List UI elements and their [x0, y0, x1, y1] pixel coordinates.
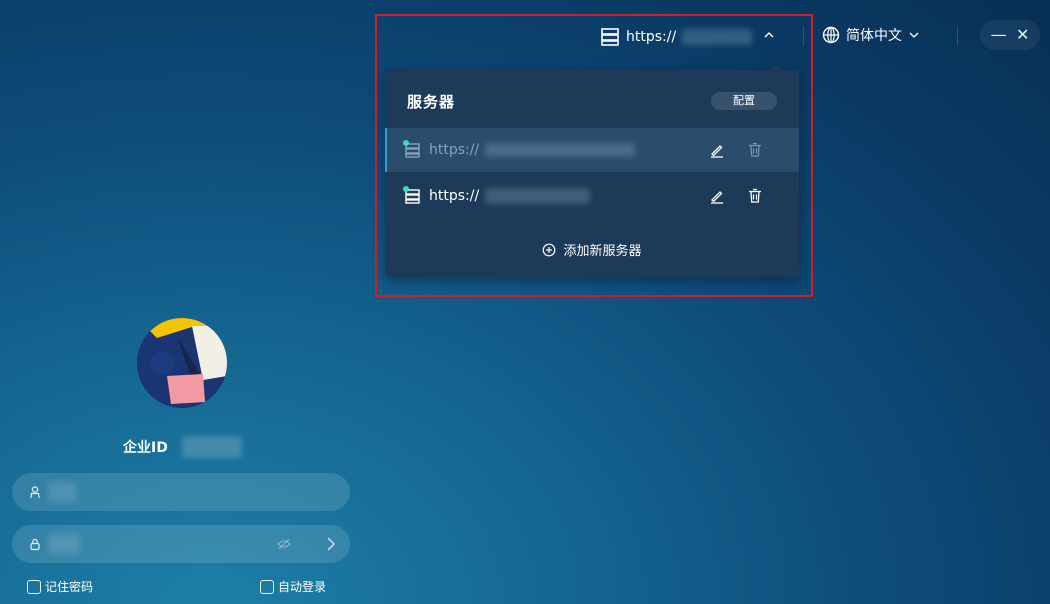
avatar-art — [137, 318, 227, 408]
lock-icon — [30, 538, 40, 551]
url-redaction — [682, 29, 753, 45]
row-actions — [709, 142, 763, 158]
auto-login-label: 自动登录 — [278, 580, 327, 594]
globe-icon — [822, 26, 840, 44]
dropdown-title: 服务器 — [407, 92, 456, 111]
divider — [803, 26, 804, 46]
plus-circle-icon — [543, 243, 556, 256]
divider — [957, 26, 958, 46]
current-server-url: https:// — [626, 29, 677, 45]
enterprise-id-label: 企业ID — [123, 440, 168, 456]
edit-icon[interactable] — [709, 142, 725, 158]
online-dot — [403, 186, 409, 192]
remember-password-checkbox[interactable]: 记住密码 — [27, 578, 93, 595]
enterprise-id: 企业ID — [123, 436, 242, 458]
minimize-icon[interactable]: — — [991, 27, 1007, 43]
auto-login-checkbox[interactable]: 自动登录 — [260, 578, 326, 595]
server-icon — [601, 28, 619, 46]
chevron-down-icon — [909, 32, 919, 38]
server-status — [403, 140, 421, 158]
add-server-label: 添加新服务器 — [563, 244, 642, 259]
server-selector[interactable]: https:// — [600, 26, 753, 48]
edit-icon[interactable] — [709, 188, 725, 204]
url-redaction — [485, 188, 591, 204]
window-controls: — ✕ — [980, 20, 1040, 50]
add-server-button[interactable]: 添加新服务器 — [385, 240, 799, 259]
url-redaction — [485, 143, 636, 157]
close-icon[interactable]: ✕ — [1016, 27, 1029, 43]
server-url: https:// — [429, 142, 480, 158]
online-dot — [403, 140, 409, 146]
password-redaction — [48, 534, 80, 554]
eye-off-icon[interactable] — [277, 537, 291, 551]
row-actions — [709, 188, 763, 204]
server-row[interactable]: https:// — [385, 128, 799, 172]
chevron-right-icon[interactable] — [325, 536, 337, 552]
remember-password-label: 记住密码 — [45, 580, 94, 594]
user-icon — [30, 486, 40, 499]
password-field[interactable] — [12, 525, 350, 563]
config-button[interactable]: 配置 — [711, 92, 777, 110]
dropdown-header: 服务器 配置 — [407, 90, 777, 112]
chevron-up-icon[interactable] — [762, 28, 776, 42]
server-url: https:// — [429, 188, 480, 204]
language-label: 简体中文 — [846, 28, 902, 44]
trash-icon[interactable] — [747, 188, 763, 204]
checkbox-box[interactable] — [27, 579, 41, 594]
username-redaction — [48, 482, 76, 502]
server-status — [403, 186, 421, 204]
checkbox-box[interactable] — [260, 579, 274, 594]
trash-icon[interactable] — [747, 142, 763, 158]
server-dropdown: 服务器 配置 https:// https:// 添加新服务器 — [385, 64, 799, 277]
server-row[interactable]: https:// — [385, 174, 799, 218]
top-bar: https:// 简体中文 — ✕ — [0, 0, 1050, 80]
enterprise-id-redaction — [181, 436, 242, 458]
language-selector[interactable]: 简体中文 — [822, 25, 920, 45]
avatar — [137, 318, 227, 408]
username-field[interactable] — [12, 473, 350, 511]
